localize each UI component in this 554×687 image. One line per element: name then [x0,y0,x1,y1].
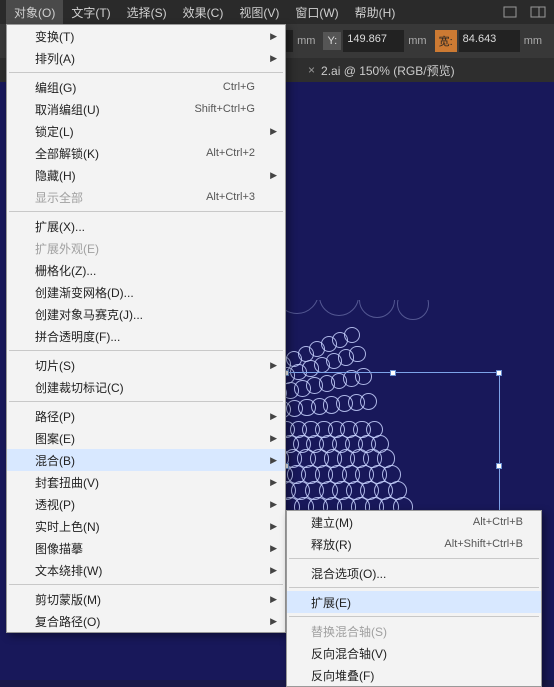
menu-select[interactable]: 选择(S) [119,0,175,25]
w-value[interactable]: 84.643 [459,30,520,52]
menu-item[interactable]: 混合(B) [7,449,285,471]
menu-item[interactable]: 全部解锁(K)Alt+Ctrl+2 [7,142,285,164]
menu-text[interactable]: 文字(T) [63,0,118,25]
unit-2: mm [408,35,426,47]
submenu-item[interactable]: 释放(R)Alt+Shift+Ctrl+B [287,533,541,555]
menu-item: 显示全部Alt+Ctrl+3 [7,186,285,208]
menu-item[interactable]: 拼合透明度(F)... [7,325,285,347]
menu-view[interactable]: 视图(V) [231,0,287,25]
menu-item[interactable]: 文本绕排(W) [7,559,285,581]
w-label: 宽: [435,30,457,52]
unit-3: mm [524,35,542,47]
menu-item[interactable]: 透视(P) [7,493,285,515]
object-menu-dropdown: 变换(T)排列(A) 编组(G)Ctrl+G取消编组(U)Shift+Ctrl+G… [6,24,286,633]
menu-item[interactable]: 实时上色(N) [7,515,285,537]
blend-submenu: 建立(M)Alt+Ctrl+B释放(R)Alt+Shift+Ctrl+B 混合选项… [286,510,542,687]
menu-item[interactable]: 路径(P) [7,405,285,427]
submenu-item[interactable]: 建立(M)Alt+Ctrl+B [287,511,541,533]
menu-item[interactable]: 切片(S) [7,354,285,376]
menu-item[interactable]: 扩展(X)... [7,215,285,237]
menu-item: 扩展外观(E) [7,237,285,259]
handle-tr[interactable] [496,370,502,376]
unit-1: mm [297,35,315,47]
document-tab[interactable]: × 2.ai @ 150% (RGB/预览) [300,58,463,83]
submenu-item[interactable]: 反向混合轴(V) [287,642,541,664]
menu-window[interactable]: 窗口(W) [287,0,346,25]
menu-item[interactable]: 创建裁切标记(C) [7,376,285,398]
menu-item[interactable]: 取消编组(U)Shift+Ctrl+G [7,98,285,120]
submenu-item[interactable]: 反向堆叠(F) [287,664,541,686]
doc-icon[interactable] [500,3,520,21]
menu-help[interactable]: 帮助(H) [347,0,404,25]
y-label: Y: [323,32,341,50]
menu-item[interactable]: 创建渐变网格(D)... [7,281,285,303]
close-icon[interactable]: × [308,63,315,77]
handle-mr[interactable] [496,463,502,469]
menu-item[interactable]: 锁定(L) [7,120,285,142]
menu-item[interactable]: 创建对象马赛克(J)... [7,303,285,325]
menu-item[interactable]: 隐藏(H) [7,164,285,186]
handle-tm[interactable] [390,370,396,376]
submenu-item[interactable]: 混合选项(O)... [287,562,541,584]
submenu-item[interactable]: 扩展(E) [287,591,541,613]
y-value[interactable]: 149.867 [343,30,404,52]
menu-effect[interactable]: 效果(C) [175,0,232,25]
menu-item[interactable]: 编组(G)Ctrl+G [7,76,285,98]
menu-item[interactable]: 图案(E) [7,427,285,449]
menu-item[interactable]: 封套扭曲(V) [7,471,285,493]
menu-item[interactable]: 栅格化(Z)... [7,259,285,281]
layout-icon[interactable] [528,3,548,21]
menu-item[interactable]: 图像描摹 [7,537,285,559]
menubar: 对象(O) 文字(T) 选择(S) 效果(C) 视图(V) 窗口(W) 帮助(H… [0,0,554,24]
submenu-item: 替换混合轴(S) [287,620,541,642]
menu-item[interactable]: 排列(A) [7,47,285,69]
menu-object[interactable]: 对象(O) [6,0,63,25]
tab-title: 2.ai @ 150% (RGB/预览) [321,62,455,79]
menu-item[interactable]: 剪切蒙版(M) [7,588,285,610]
menu-item[interactable]: 复合路径(O) [7,610,285,632]
menu-item[interactable]: 变换(T) [7,25,285,47]
